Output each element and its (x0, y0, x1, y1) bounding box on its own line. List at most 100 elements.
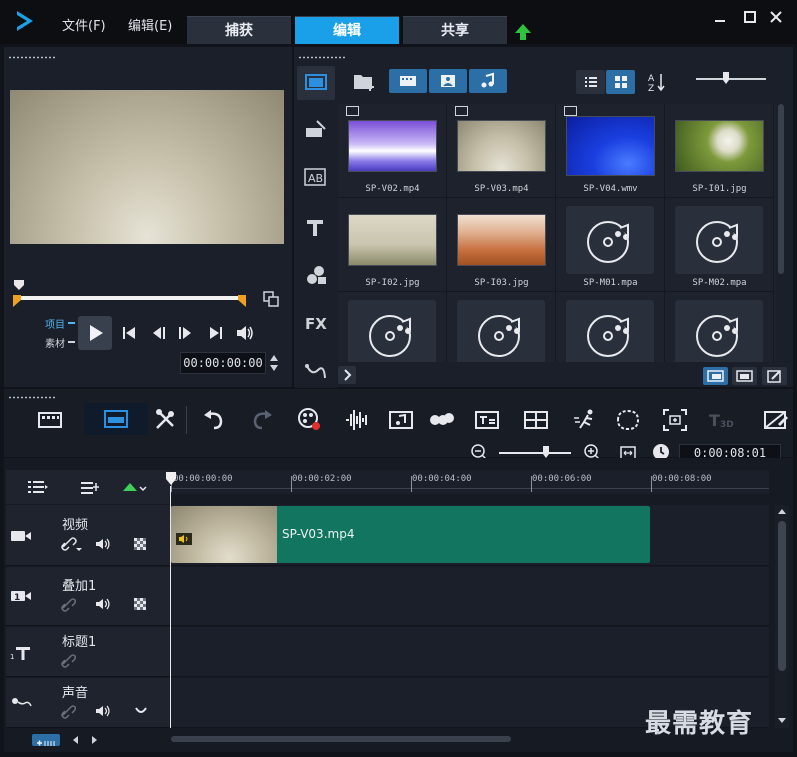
library-grip[interactable] (298, 56, 346, 59)
list-view-button[interactable] (576, 70, 605, 94)
tab-share[interactable]: 共享 (403, 16, 507, 44)
scroll-left-icon[interactable] (70, 734, 82, 746)
show-audio-button[interactable] (469, 69, 507, 93)
library-layout-button[interactable] (703, 367, 728, 385)
track-volume-icon[interactable] (95, 704, 113, 718)
tools-icon[interactable] (151, 406, 179, 434)
trim-start-handle[interactable] (12, 294, 22, 308)
options-panel-button[interactable] (732, 367, 757, 385)
add-folder-icon[interactable] (352, 71, 376, 93)
next-frame-icon[interactable] (176, 324, 194, 342)
audio-ducking-icon[interactable] (134, 706, 148, 716)
tab-edit[interactable]: 编辑 (295, 16, 399, 44)
redo-icon[interactable] (248, 406, 276, 434)
close-icon[interactable] (767, 8, 785, 26)
scroll-down-icon[interactable] (777, 717, 787, 725)
undo-icon[interactable] (200, 406, 228, 434)
timeline-vscroll[interactable] (775, 505, 789, 728)
timeline-zoom-handle[interactable] (542, 445, 550, 459)
upload-icon[interactable] (513, 22, 533, 42)
thumbnail-view-button[interactable] (606, 70, 635, 94)
link-icon[interactable] (60, 597, 76, 613)
track-volume-icon[interactable] (95, 597, 113, 611)
go-to-start-icon[interactable] (120, 324, 138, 342)
link-icon[interactable] (60, 653, 76, 669)
scrubber-handle-icon[interactable] (12, 279, 26, 291)
subtitle-editor-icon[interactable] (473, 406, 501, 434)
library-item[interactable] (665, 292, 774, 362)
record-capture-icon[interactable] (296, 406, 324, 434)
motion-tracking-icon[interactable] (428, 406, 456, 434)
pan-zoom-icon[interactable] (661, 406, 689, 434)
ripple-edit-icon[interactable] (121, 479, 147, 495)
title-icon[interactable] (305, 218, 325, 238)
trim-end-handle[interactable] (237, 294, 247, 308)
show-videos-button[interactable] (389, 69, 427, 93)
video-track-header[interactable]: 视频 (6, 505, 170, 566)
library-item[interactable]: SP-M01.mpa (556, 198, 665, 292)
show-photos-button[interactable] (429, 69, 467, 93)
library-item[interactable]: SP-V02.mp4 (338, 104, 447, 198)
path-motion-icon[interactable] (304, 362, 328, 382)
edit-options-button[interactable] (762, 367, 787, 385)
scroll-right-icon[interactable] (88, 734, 100, 746)
library-item[interactable]: SP-V04.wmv (556, 104, 665, 198)
overlay-track-lane[interactable] (171, 567, 769, 626)
multi-camera-icon[interactable] (522, 406, 550, 434)
go-to-end-icon[interactable] (207, 324, 225, 342)
audio-track-header[interactable]: 声音 (6, 678, 170, 728)
timeline-hscroll-thumb[interactable] (171, 736, 511, 742)
add-track-button[interactable] (32, 734, 60, 746)
track-volume-icon[interactable] (95, 537, 113, 551)
timeline-zoom-slider[interactable] (499, 452, 571, 454)
mask-creator-icon[interactable] (614, 406, 642, 434)
previous-frame-icon[interactable] (150, 324, 168, 342)
enlarge-preview-icon[interactable] (262, 290, 280, 308)
sound-mixer-icon[interactable] (343, 406, 371, 434)
transparency-icon[interactable] (133, 537, 147, 551)
time-remapping-icon[interactable] (572, 406, 600, 434)
preview-timecode[interactable]: 00:00:00:00 (180, 352, 266, 374)
volume-icon[interactable] (235, 324, 255, 342)
library-item[interactable]: SP-M02.mpa (665, 198, 774, 292)
overlay-track-header[interactable]: 1 叠加1 (6, 567, 170, 626)
graphic-icon[interactable] (304, 264, 328, 286)
library-item[interactable]: SP-I01.jpg (665, 104, 774, 198)
library-item[interactable] (556, 292, 665, 362)
title-track-lane[interactable] (171, 627, 769, 677)
minimize-icon[interactable] (711, 8, 729, 26)
transition-icon[interactable]: AB (304, 168, 326, 186)
timeline-grip[interactable] (8, 396, 56, 399)
play-button[interactable] (78, 316, 112, 350)
timeline-view-button[interactable] (84, 403, 148, 435)
link-icon[interactable] (60, 704, 76, 720)
library-item[interactable]: SP-V03.mp4 (447, 104, 556, 198)
filter-fx-icon[interactable]: FX (304, 314, 328, 332)
scroll-up-icon[interactable] (777, 507, 787, 515)
thumbnail-size-handle[interactable] (722, 71, 730, 85)
title-track-header[interactable]: 1 标题1 (6, 627, 170, 677)
vscroll-thumb[interactable] (778, 521, 786, 671)
split-screen-icon[interactable] (762, 406, 790, 434)
timecode-stepper-icon[interactable] (268, 352, 280, 374)
library-item[interactable]: SP-I03.jpg (447, 198, 556, 292)
sort-az-icon[interactable]: A Z (647, 71, 667, 93)
library-item[interactable] (447, 292, 556, 362)
transparency-icon[interactable] (133, 597, 147, 611)
storyboard-view-icon[interactable] (36, 406, 64, 434)
expand-library-button[interactable] (338, 366, 356, 384)
menu-edit[interactable]: 编辑(E) (128, 15, 172, 34)
3d-title-icon[interactable]: T 3D (708, 406, 736, 434)
tab-capture[interactable]: 捕获 (187, 16, 291, 44)
clip-mode-label[interactable]: 素材 (45, 335, 65, 350)
playhead-handle-icon[interactable] (164, 471, 178, 487)
chapter-cue-icon[interactable] (79, 479, 101, 495)
auto-music-icon[interactable] (387, 406, 415, 434)
trim-bar[interactable] (14, 296, 244, 300)
menu-file[interactable]: 文件(F) (62, 15, 106, 34)
maximize-icon[interactable] (741, 8, 759, 26)
instant-project-icon[interactable] (303, 118, 329, 140)
library-scrollbar[interactable] (778, 104, 784, 274)
panel-grip[interactable] (8, 56, 56, 59)
track-manager-icon[interactable] (26, 479, 48, 495)
